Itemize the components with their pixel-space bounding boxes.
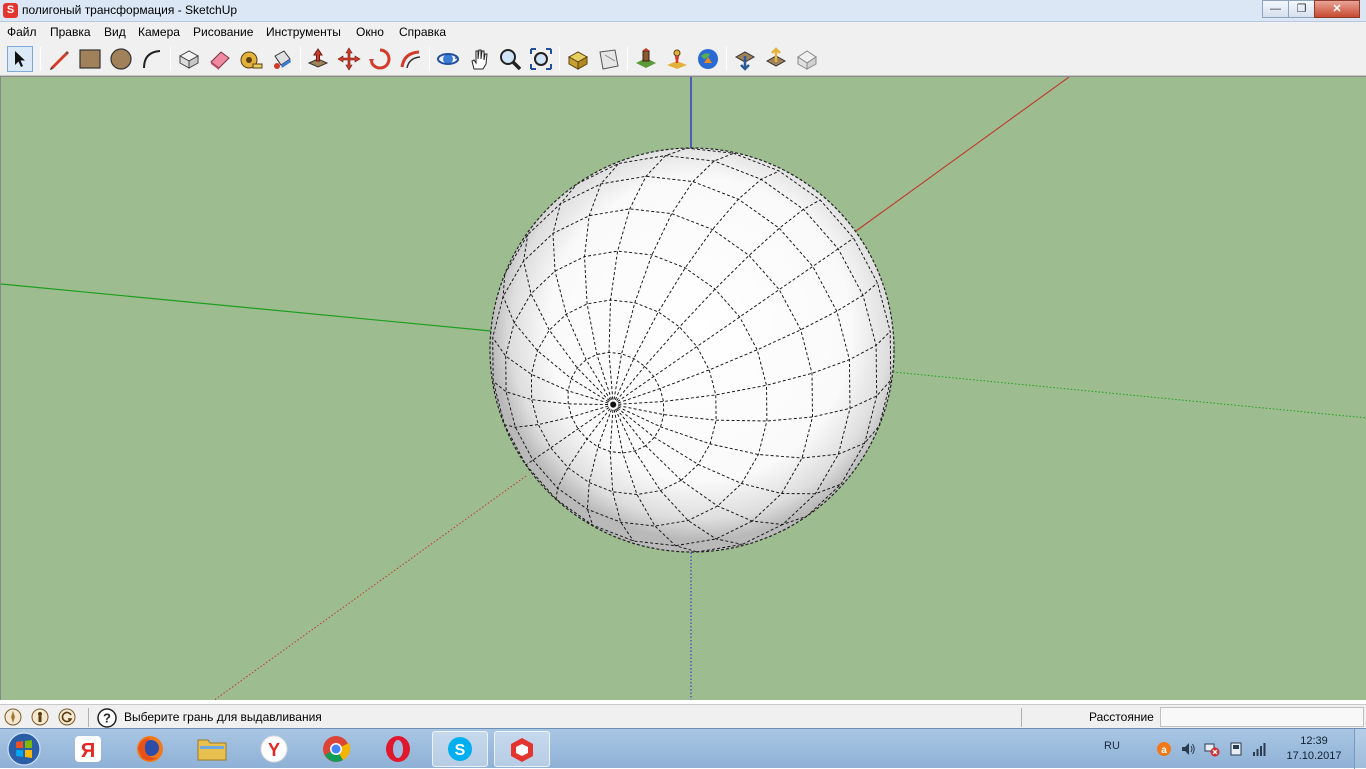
title-bar: S полигоный трансформация - SketchUp — ❐… xyxy=(0,0,1366,22)
get-models-icon[interactable] xyxy=(565,46,591,72)
arc-icon[interactable] xyxy=(139,46,165,72)
windows-taskbar: Я Y S RU a 12:39 17.10.2017 xyxy=(0,728,1366,769)
help-icon[interactable]: ? xyxy=(97,708,117,728)
tape-measure-icon[interactable] xyxy=(238,46,264,72)
main-toolbar xyxy=(0,42,1366,76)
svg-text:?: ? xyxy=(103,711,111,726)
rectangle-icon[interactable] xyxy=(77,46,103,72)
avast-icon[interactable]: a xyxy=(1156,741,1172,757)
green-axis-positive xyxy=(1,283,492,332)
add-location-icon[interactable] xyxy=(633,46,659,72)
sketchup-icon: S xyxy=(3,3,18,18)
rotate-icon[interactable] xyxy=(367,46,393,72)
select-tool-icon[interactable] xyxy=(7,46,33,72)
drawing-viewport[interactable] xyxy=(0,76,1366,700)
menu-tools[interactable]: Инструменты xyxy=(266,25,341,39)
svg-text:Я: Я xyxy=(81,740,95,762)
zoom-icon[interactable] xyxy=(497,46,523,72)
yandex-icon[interactable]: Y xyxy=(246,731,302,767)
menu-bar: Файл Правка Вид Камера Рисование Инструм… xyxy=(0,22,1366,42)
signal-icon[interactable] xyxy=(1252,741,1268,757)
file-explorer-icon[interactable] xyxy=(184,731,240,767)
svg-text:S: S xyxy=(455,742,466,759)
make-component-icon[interactable] xyxy=(176,46,202,72)
minimize-button[interactable]: — xyxy=(1262,0,1289,18)
orbit-icon[interactable] xyxy=(435,46,461,72)
menu-file[interactable]: Файл xyxy=(7,25,37,39)
power-icon[interactable] xyxy=(1228,741,1244,757)
move-icon[interactable] xyxy=(336,46,362,72)
volume-icon[interactable] xyxy=(1180,741,1196,757)
language-indicator[interactable]: RU xyxy=(1104,740,1120,752)
account-icon[interactable] xyxy=(58,708,76,726)
geolocation-icon[interactable] xyxy=(4,708,22,726)
close-button[interactable]: ✕ xyxy=(1314,0,1360,18)
menu-view[interactable]: Вид xyxy=(104,25,126,39)
opera-icon[interactable] xyxy=(370,731,426,767)
menu-help[interactable]: Справка xyxy=(399,25,446,39)
menu-edit[interactable]: Правка xyxy=(50,25,91,39)
paint-bucket-icon[interactable] xyxy=(269,46,295,72)
toggle-terrain-icon[interactable] xyxy=(664,46,690,72)
network-error-icon[interactable] xyxy=(1204,741,1220,757)
clock-date: 17.10.2017 xyxy=(1286,750,1342,762)
start-button[interactable] xyxy=(4,731,44,767)
show-desktop-button[interactable] xyxy=(1354,729,1366,769)
measurements-label: Расстояние xyxy=(1089,710,1154,724)
follow-me-icon[interactable] xyxy=(398,46,424,72)
scene-canvas xyxy=(1,77,1366,700)
maximize-button[interactable]: ❐ xyxy=(1288,0,1315,18)
google-earth-icon[interactable] xyxy=(695,46,721,72)
green-axis-negative xyxy=(892,371,1366,419)
push-pull-icon[interactable] xyxy=(305,46,331,72)
menu-draw[interactable]: Рисование xyxy=(193,25,253,39)
status-bar: ? Выберите грань для выдавливания Рассто… xyxy=(0,704,1366,728)
eraser-icon[interactable] xyxy=(207,46,233,72)
extension-warehouse-icon[interactable] xyxy=(794,46,820,72)
red-axis-negative xyxy=(213,475,527,700)
share-component-icon[interactable] xyxy=(763,46,789,72)
yandex-browser-icon[interactable]: Я xyxy=(60,731,116,767)
pencil-line-icon[interactable] xyxy=(46,46,72,72)
red-axis-positive xyxy=(855,77,1070,232)
share-model-icon[interactable] xyxy=(596,46,622,72)
status-message: Выберите грань для выдавливания xyxy=(124,710,322,724)
svg-text:a: a xyxy=(1161,745,1167,756)
clock-time: 12:39 xyxy=(1300,735,1328,747)
skype-icon[interactable]: S xyxy=(432,731,488,767)
circle-icon[interactable] xyxy=(108,46,134,72)
menu-camera[interactable]: Камера xyxy=(138,25,180,39)
menu-window[interactable]: Окно xyxy=(356,25,384,39)
credits-icon[interactable] xyxy=(31,708,49,726)
measurements-input[interactable] xyxy=(1160,707,1364,727)
sketchup-taskbar-icon[interactable] xyxy=(494,731,550,767)
chrome-icon[interactable] xyxy=(308,731,364,767)
window-title: полигоный трансформация - SketchUp xyxy=(22,3,238,17)
firefox-icon[interactable] xyxy=(122,731,178,767)
component-warehouse-icon[interactable] xyxy=(732,46,758,72)
svg-text:Y: Y xyxy=(268,740,280,760)
pan-hand-icon[interactable] xyxy=(466,46,492,72)
system-clock[interactable]: 12:39 17.10.2017 xyxy=(1282,734,1346,764)
zoom-extents-icon[interactable] xyxy=(528,46,554,72)
